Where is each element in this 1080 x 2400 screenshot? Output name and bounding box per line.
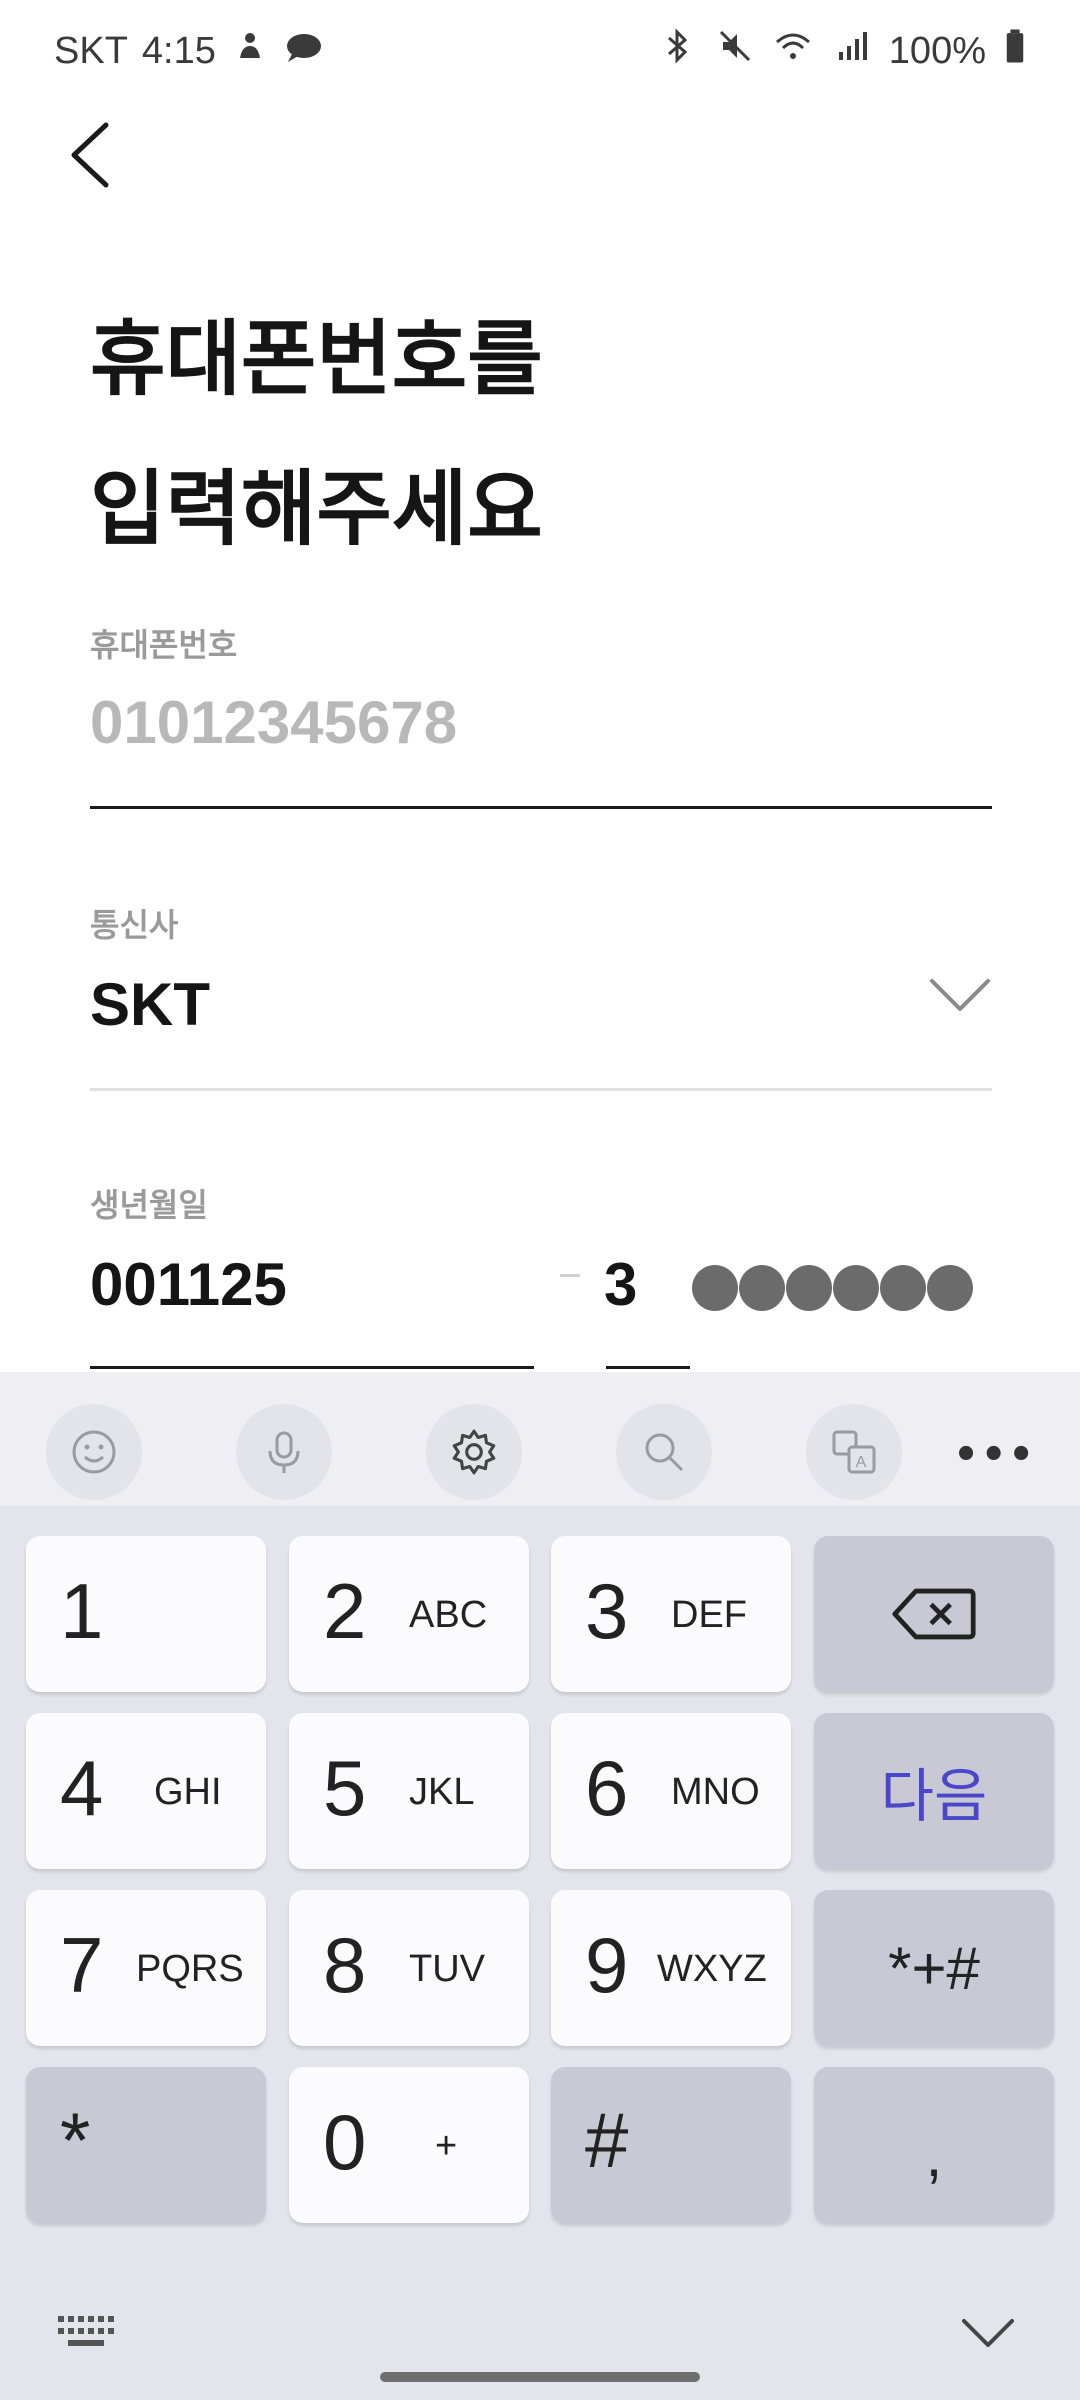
battery-icon — [1004, 26, 1026, 76]
key-8-digit: 8 — [323, 1921, 367, 2009]
carrier-underline — [90, 1088, 992, 1091]
gender-digit-underline — [606, 1366, 690, 1369]
carrier-label: SKT — [54, 29, 128, 72]
notification-icon — [230, 26, 270, 76]
phone-input[interactable]: 01012345678 — [90, 688, 457, 757]
next-key-label: 다음 — [880, 1764, 988, 1829]
key-2[interactable]: 2 ABC — [289, 1536, 529, 1692]
birth-field-label: 생년월일 — [90, 1186, 208, 1224]
keyboard-switch-icon[interactable] — [56, 2312, 116, 2352]
masked-digit-dot — [880, 1265, 926, 1311]
key-8-letters: TUV — [409, 1948, 485, 1990]
key-8[interactable]: 8 TUV — [289, 1890, 529, 2046]
key-2-digit: 2 — [323, 1567, 367, 1655]
chevron-left-icon — [71, 122, 109, 188]
mute-icon — [715, 26, 755, 76]
key-0-digit: 0 — [323, 2098, 367, 2186]
next-key[interactable]: 다음 — [814, 1713, 1054, 1869]
time-label: 4:15 — [141, 29, 216, 72]
title-line-1: 휴대폰번호를 — [90, 312, 543, 407]
masked-digit-dot — [739, 1265, 785, 1311]
numeric-keyboard: A ••• 1 2 ABC 3 DEF 4 GHI 5 JKL 6 MNO 다음… — [0, 1372, 1080, 2400]
status-right: 100% — [657, 26, 1026, 76]
key-5-digit: 5 — [323, 1744, 367, 1832]
status-left: SKT 4:15 — [54, 26, 324, 76]
key-6-letters: MNO — [671, 1771, 760, 1813]
svg-text:A: A — [856, 1454, 867, 1471]
carrier-select[interactable]: SKT — [90, 970, 210, 1039]
settings-icon[interactable] — [426, 1404, 522, 1500]
key-4[interactable]: 4 GHI — [26, 1713, 266, 1869]
status-bar: SKT 4:15 100% — [0, 0, 1080, 100]
masked-digit-dot — [786, 1265, 832, 1311]
gender-digit-input[interactable]: 3 — [604, 1250, 637, 1319]
page-title: 휴대폰번호를 입력해주세요 — [90, 285, 543, 585]
hide-keyboard-icon[interactable] — [960, 2317, 1016, 2349]
cloud-chat-icon — [284, 26, 324, 76]
key-5-letters: JKL — [409, 1771, 475, 1813]
more-icon[interactable]: ••• — [953, 1432, 1036, 1478]
phone-input-underline — [90, 806, 992, 809]
emoji-icon[interactable] — [46, 1404, 142, 1500]
wifi-icon — [773, 26, 813, 76]
key-1[interactable]: 1 — [26, 1536, 266, 1692]
symbols-key-label: *+# — [888, 1934, 980, 2002]
title-line-2: 입력해주세요 — [90, 462, 543, 557]
birth-date-underline — [90, 1366, 534, 1369]
backspace-icon — [892, 1588, 976, 1640]
key-7-letters: PQRS — [136, 1948, 244, 1990]
battery-label: 100% — [888, 29, 986, 72]
bluetooth-icon — [657, 26, 697, 76]
masked-digit-dot — [833, 1265, 879, 1311]
comma-key[interactable]: , — [814, 2067, 1054, 2223]
mic-icon[interactable] — [236, 1404, 332, 1500]
star-key-label: * — [60, 2096, 91, 2184]
masked-digit-dot — [927, 1265, 973, 1311]
chevron-down-icon[interactable] — [928, 975, 992, 1015]
key-7-digit: 7 — [60, 1921, 104, 2009]
back-button[interactable] — [60, 115, 120, 195]
home-indicator[interactable] — [380, 2372, 700, 2382]
key-2-letters: ABC — [409, 1594, 488, 1636]
key-4-digit: 4 — [60, 1744, 104, 1832]
key-9[interactable]: 9 WXYZ — [551, 1890, 791, 2046]
search-icon[interactable] — [616, 1404, 712, 1500]
key-6-digit: 6 — [585, 1744, 629, 1832]
keyboard-toolbar: A ••• — [0, 1372, 1080, 1506]
dash-separator — [560, 1274, 580, 1277]
key-1-digit: 1 — [60, 1567, 104, 1655]
signal-icon — [831, 26, 871, 76]
carrier-field-label: 통신사 — [90, 906, 179, 944]
symbols-key[interactable]: *+# — [814, 1890, 1054, 2046]
key-3-digit: 3 — [585, 1567, 629, 1655]
key-9-digit: 9 — [585, 1921, 629, 2009]
key-5[interactable]: 5 JKL — [289, 1713, 529, 1869]
translate-icon[interactable]: A — [806, 1404, 902, 1500]
key-3-letters: DEF — [671, 1594, 747, 1636]
key-7[interactable]: 7 PQRS — [26, 1890, 266, 2046]
key-3[interactable]: 3 DEF — [551, 1536, 791, 1692]
key-0-plus: + — [435, 2125, 458, 2167]
star-key[interactable]: * — [26, 2067, 266, 2223]
key-9-letters: WXYZ — [657, 1948, 767, 1990]
hash-key-label: # — [585, 2096, 629, 2184]
phone-field-label: 휴대폰번호 — [90, 626, 238, 664]
comma-key-label: , — [925, 2121, 943, 2189]
birth-date-input[interactable]: 001125 — [90, 1250, 287, 1319]
key-4-letters: GHI — [154, 1771, 222, 1813]
backspace-key[interactable] — [814, 1536, 1054, 1692]
key-0[interactable]: 0 + — [289, 2067, 529, 2223]
masked-digit-dot — [692, 1265, 738, 1311]
key-6[interactable]: 6 MNO — [551, 1713, 791, 1869]
hash-key[interactable]: # — [551, 2067, 791, 2223]
